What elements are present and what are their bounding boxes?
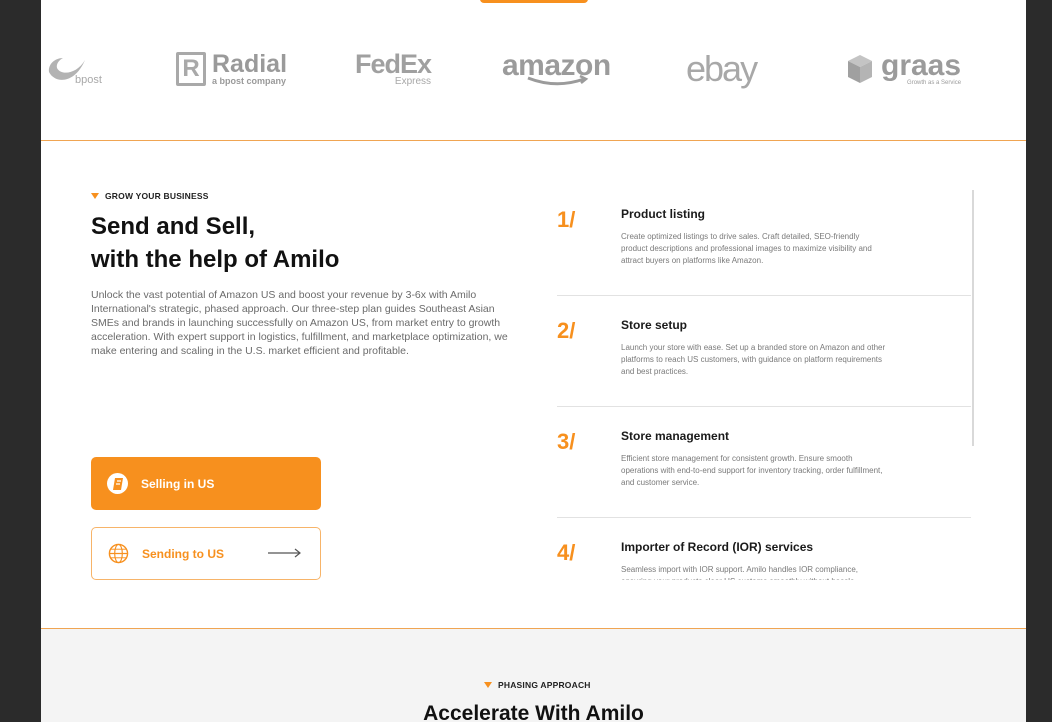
graas-name: graas (881, 49, 962, 82)
radial-logo: R Radial a bpost company (176, 40, 287, 98)
grow-eyebrow: GROW YOUR BUSINESS (91, 191, 209, 201)
selling-in-us-button[interactable]: Selling in US (91, 457, 321, 510)
step-number: 3/ (557, 429, 576, 454)
steps-scrollbar[interactable] (972, 190, 974, 446)
steps-list[interactable]: 1/ Product listing Create optimized list… (557, 185, 971, 580)
triangle-down-icon (91, 193, 99, 199)
selling-in-us-label: Selling in US (141, 476, 215, 491)
phasing-section: PHASING APPROACH Accelerate With Amilo (41, 629, 1026, 722)
triangle-down-icon (484, 682, 492, 688)
phasing-title: Accelerate With Amilo (423, 702, 644, 722)
amazon-logo: amazon (502, 40, 611, 98)
fedex-sub: Express (394, 75, 432, 87)
grow-eyebrow-label: GROW YOUR BUSINESS (105, 191, 209, 201)
step-description: Create optimized listings to drive sales… (621, 232, 872, 265)
grow-heading-line1: Send and Sell, (91, 213, 256, 240)
ebay-name: ebay (686, 48, 758, 89)
graas-logo: graas Growth as a Service (844, 40, 961, 98)
tag-icon (107, 473, 128, 494)
step-description: Launch your store with ease. Set up a br… (621, 343, 886, 376)
amazon-smile-icon (527, 75, 589, 86)
graas-mark-icon (848, 55, 872, 83)
step-title: Importer of Record (IOR) services (621, 540, 814, 554)
radial-tagline: a bpost company (212, 76, 287, 86)
radial-mark-icon: R (176, 52, 206, 86)
step-item: 2/ Store setup Launch your store with ea… (557, 296, 971, 407)
bpost-logo: bpost (45, 40, 102, 98)
partner-logos: bpost R Radial a bpost company FedEx Exp… (41, 40, 1026, 98)
step-description: Seamless import with IOR support. Amilo … (621, 565, 858, 580)
radial-name: Radial (212, 50, 288, 78)
ebay-logo: ebay (686, 40, 758, 98)
step-number: 4/ (557, 540, 576, 565)
step-item: 4/ Importer of Record (IOR) services Sea… (557, 518, 971, 580)
sending-to-us-button[interactable]: Sending to US (91, 527, 321, 580)
phasing-eyebrow-label: PHASING APPROACH (498, 680, 591, 690)
fedex-logo: FedEx Express (355, 40, 432, 98)
step-item: 1/ Product listing Create optimized list… (557, 185, 971, 296)
globe-icon (108, 543, 129, 564)
phasing-eyebrow: PHASING APPROACH (484, 680, 591, 690)
top-accent-bar (480, 0, 588, 3)
step-number: 2/ (557, 318, 576, 343)
step-title: Store management (621, 429, 730, 443)
section-divider (41, 140, 1026, 141)
fedex-name: FedEx (355, 48, 432, 79)
grow-heading-line2: with the help of Amilo (91, 246, 340, 273)
arrow-right-icon (268, 548, 301, 558)
grow-heading: Send and Sell, with the help of Amilo (91, 210, 511, 276)
step-title: Store setup (621, 318, 688, 332)
step-item: 3/ Store management Efficient store mana… (557, 407, 971, 518)
grow-intro: Unlock the vast potential of Amazon US a… (91, 289, 508, 357)
step-description: Efficient store management for consisten… (621, 454, 883, 487)
step-title: Product listing (621, 207, 705, 221)
bpost-mark-icon (48, 58, 85, 80)
step-number: 1/ (557, 207, 576, 232)
page: bpost R Radial a bpost company FedEx Exp… (41, 0, 1026, 722)
sending-to-us-label: Sending to US (142, 546, 224, 561)
